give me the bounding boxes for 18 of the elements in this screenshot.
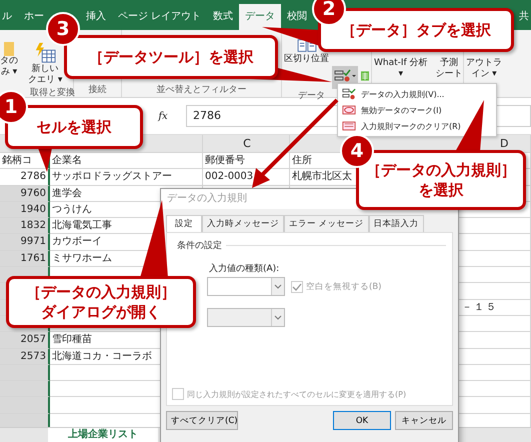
table-cell: 9971 bbox=[0, 234, 50, 251]
table-cell: 1832 bbox=[0, 218, 50, 234]
ribbon-group-label: 並べ替えとフィルター bbox=[156, 85, 246, 95]
table-cell: 企業名 bbox=[50, 153, 203, 170]
table-cell: 2057 bbox=[0, 332, 50, 349]
table-cell: 1761 bbox=[0, 250, 50, 268]
table-cell: 2573 bbox=[0, 348, 50, 365]
callout-tooltip: ［データの入力規則］ ダイアログが開く bbox=[6, 276, 196, 328]
ribbon-group-label: 取得と変換 bbox=[30, 88, 75, 98]
table-cell: 1940 bbox=[0, 202, 50, 218]
table-cell: 2786 bbox=[0, 169, 50, 186]
field-label: 入力値の種類(A): bbox=[209, 264, 280, 274]
ribbon-group-label: データ bbox=[298, 91, 325, 101]
table-cell: サッポロドラッグストアー bbox=[50, 169, 203, 186]
table-cell: 9760 bbox=[0, 186, 50, 202]
ribbon-group-label: 接続 bbox=[88, 85, 106, 95]
table-cell: 郵便番号 bbox=[203, 153, 290, 170]
callout-tooltip: ［データツール］を選択 bbox=[64, 35, 278, 79]
